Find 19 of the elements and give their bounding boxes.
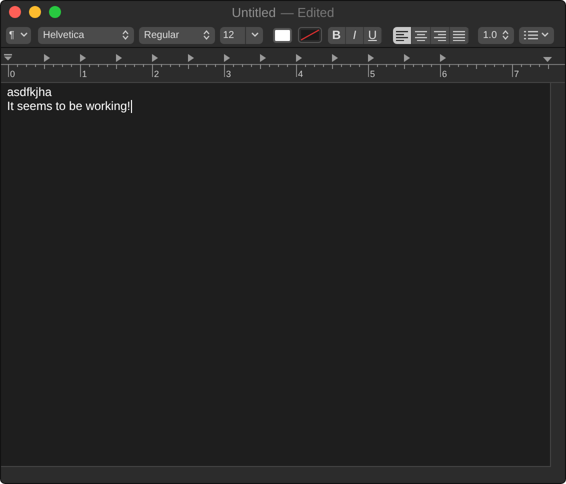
document-text-line: asdfkjha — [7, 85, 52, 99]
line-spacing-stepper[interactable]: 1.0 — [478, 26, 514, 44]
ruler-number: 5 — [370, 69, 376, 79]
document-area[interactable]: asdfkjha It seems to be working! — [1, 83, 551, 467]
font-size-combo[interactable]: 12 — [220, 26, 263, 44]
ruler-number: 6 — [442, 69, 448, 79]
ruler-number: 4 — [298, 69, 304, 79]
ruler-number: 2 — [154, 69, 160, 79]
document-text-line: It seems to be working! — [7, 99, 130, 113]
text-style-button[interactable]: B — [328, 26, 346, 44]
ruler-number: 1 — [82, 69, 88, 79]
font-family-popup[interactable]: Helvetica — [38, 26, 134, 44]
paragraph-style-popup[interactable]: ¶ — [6, 26, 31, 44]
edited-status: — Edited — [280, 4, 334, 20]
ruler-number: 3 — [226, 69, 232, 79]
window-title: Untitled — [232, 4, 276, 20]
ruler-number: 0 — [10, 69, 16, 79]
typeface-popup[interactable]: Regular — [139, 26, 215, 44]
ruler-number: 7 — [514, 69, 520, 79]
